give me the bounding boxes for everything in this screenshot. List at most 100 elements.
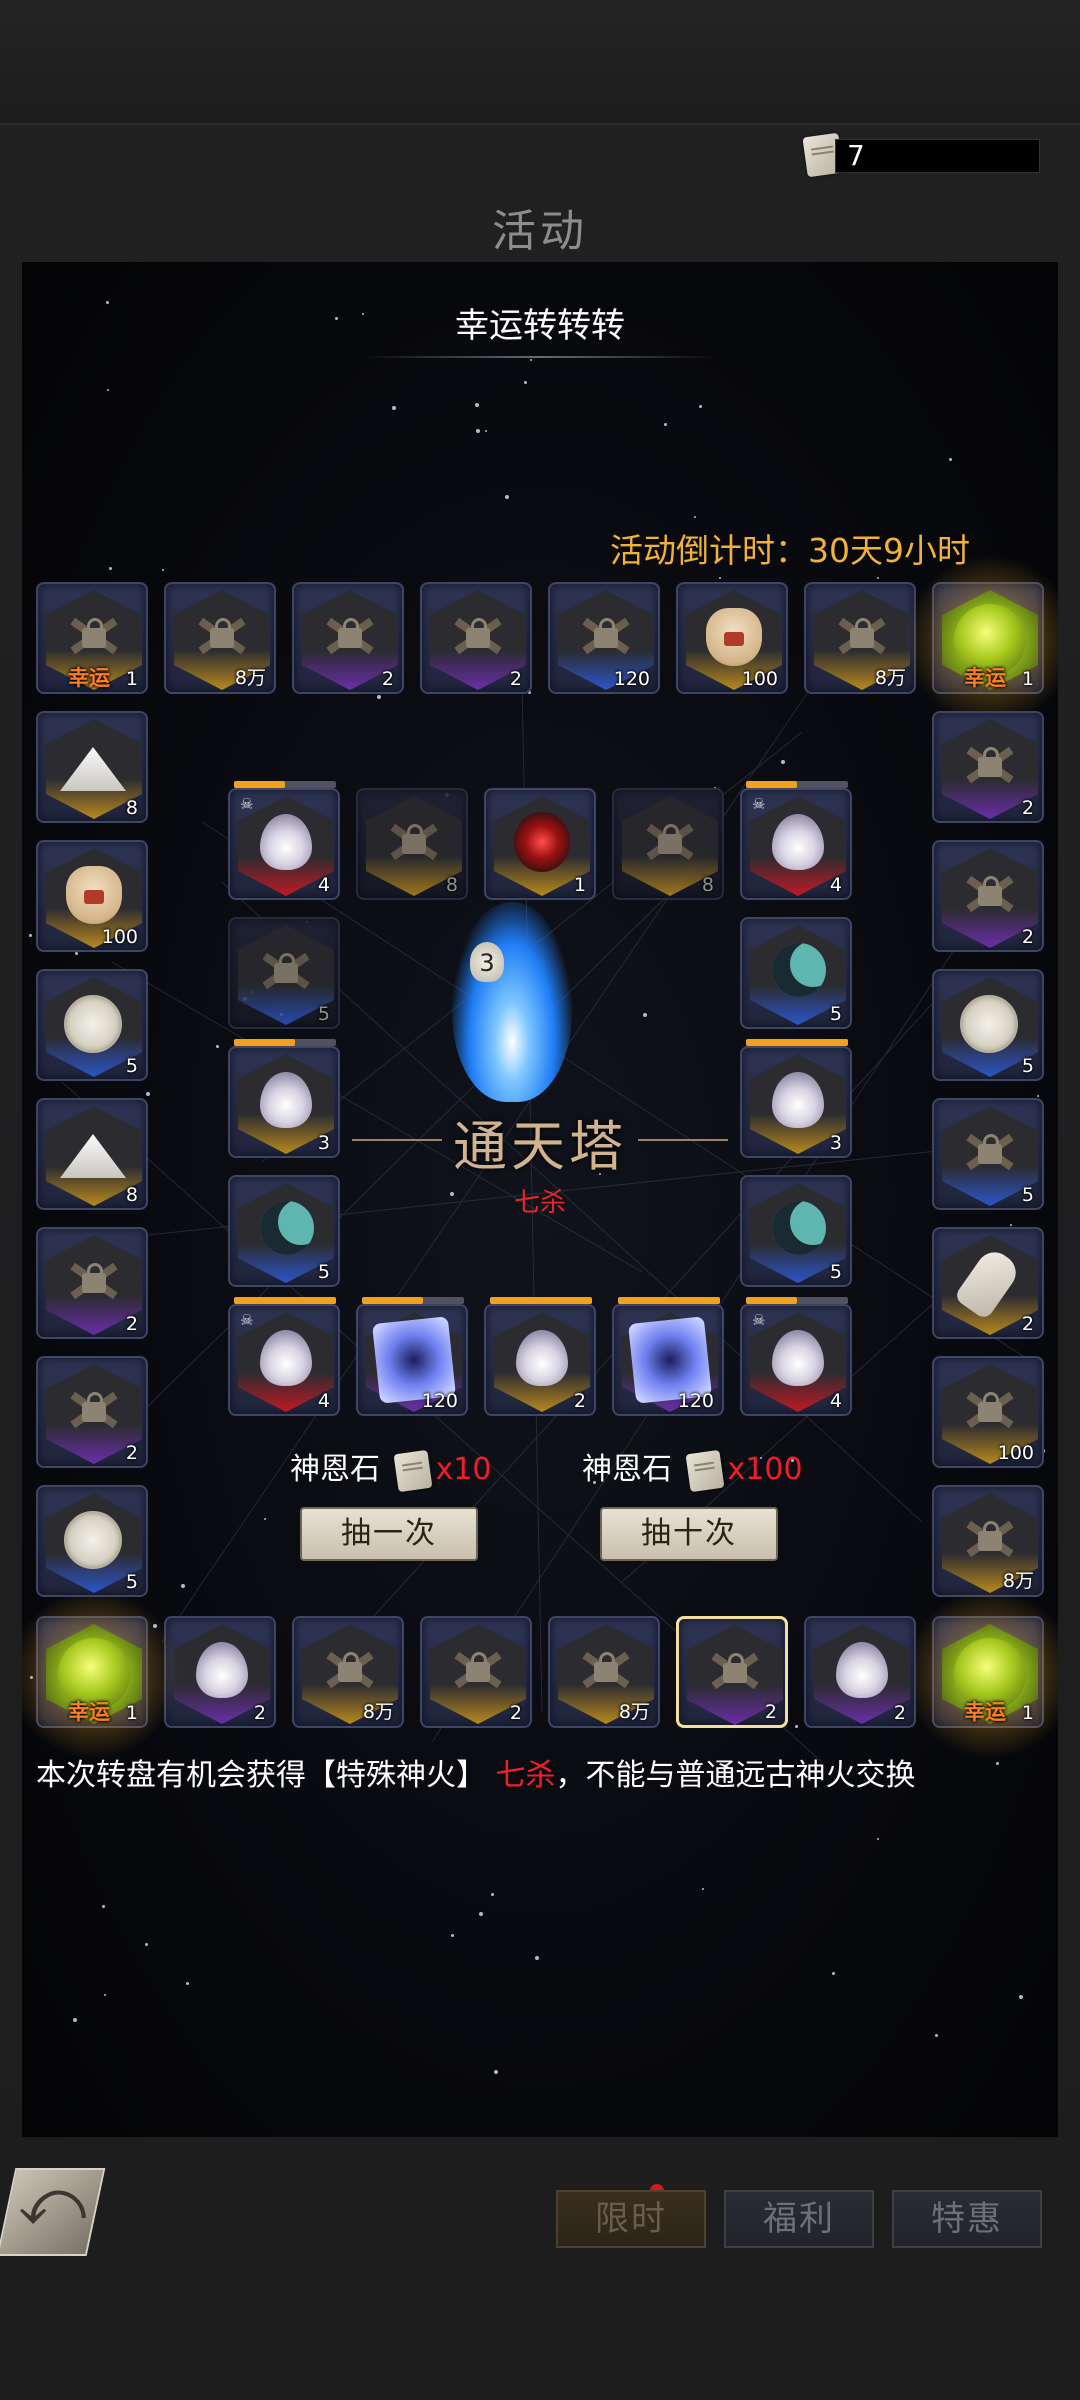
inner-reward-tile[interactable]: ☠ 4 bbox=[228, 781, 340, 900]
outer-reward-tile[interactable]: 2 bbox=[420, 582, 532, 694]
item-count: 120 bbox=[677, 1390, 714, 1412]
outer-reward-tile[interactable]: 120 bbox=[548, 582, 660, 694]
item-count: 2 bbox=[1021, 1313, 1034, 1335]
skull-icon: ☠ bbox=[752, 795, 766, 813]
progress-bar bbox=[490, 1297, 592, 1304]
inner-reward-tile[interactable]: 120 bbox=[612, 1297, 724, 1416]
lock-icon bbox=[964, 1513, 1016, 1565]
outer-reward-tile[interactable]: 1 幸运 bbox=[904, 554, 1058, 726]
outer-reward-tile[interactable]: 2 bbox=[804, 1616, 916, 1728]
lock-icon bbox=[324, 610, 376, 662]
item-count: 2 bbox=[509, 1702, 522, 1724]
outer-reward-tile[interactable]: 5 bbox=[36, 969, 148, 1081]
inner-reward-tile[interactable]: 5 bbox=[740, 917, 852, 1029]
lock-icon bbox=[709, 1645, 761, 1697]
lock-icon bbox=[388, 816, 440, 868]
item-count: 100 bbox=[101, 926, 138, 948]
item-count: 5 bbox=[317, 1261, 330, 1283]
event-panel: 幸运转转转 活动倒计时：30天9小时 1 幸运 8万 2 2 120 100 8万 1 幸运 2 2 5… bbox=[22, 262, 1058, 2137]
outer-reward-tile[interactable]: 2 bbox=[36, 1227, 148, 1339]
item-count: 2 bbox=[1021, 797, 1034, 819]
lock-icon bbox=[580, 1644, 632, 1696]
outer-reward-tile[interactable]: 100 bbox=[932, 1356, 1044, 1468]
skull-icon: ☠ bbox=[240, 1311, 254, 1329]
back-button[interactable] bbox=[0, 2158, 96, 2258]
outer-reward-tile[interactable]: 100 bbox=[676, 582, 788, 694]
item-count: 1 bbox=[125, 1702, 138, 1724]
item-count: 1 bbox=[1021, 1702, 1034, 1724]
outer-reward-tile[interactable]: 1 幸运 bbox=[904, 1588, 1058, 1760]
inner-reward-tile[interactable]: 8 bbox=[612, 788, 724, 900]
outer-reward-tile[interactable]: 8万 bbox=[932, 1485, 1044, 1597]
watch-icon bbox=[64, 1511, 122, 1569]
bag-icon bbox=[706, 608, 762, 666]
outer-reward-tile[interactable]: 8万 bbox=[164, 582, 276, 694]
item-count: 120 bbox=[421, 1390, 458, 1412]
inner-reward-tile[interactable]: 2 bbox=[484, 1297, 596, 1416]
item-count: 2 bbox=[381, 668, 394, 690]
inner-reward-tile[interactable]: 120 bbox=[356, 1297, 468, 1416]
outer-reward-tile[interactable]: 2 bbox=[36, 1356, 148, 1468]
lock-icon bbox=[836, 610, 888, 662]
currency-amount: 7 bbox=[847, 139, 865, 172]
outer-reward-tile[interactable]: 8万 bbox=[804, 582, 916, 694]
event-title: 幸运转转转 bbox=[455, 306, 625, 346]
outer-reward-tile[interactable]: 2 bbox=[164, 1616, 276, 1728]
item-count: 2 bbox=[125, 1313, 138, 1335]
draw-ten-button[interactable]: 抽十次 bbox=[600, 1507, 778, 1561]
item-count: 8万 bbox=[362, 1701, 394, 1723]
item-count: 8 bbox=[445, 874, 458, 896]
outer-reward-tile[interactable]: 5 bbox=[932, 969, 1044, 1081]
nav-tab-1[interactable]: 福利 bbox=[724, 2190, 874, 2248]
outer-reward-tile[interactable]: 2 bbox=[932, 840, 1044, 952]
item-count: 8万 bbox=[618, 1701, 650, 1723]
outer-reward-tile[interactable]: 2 bbox=[292, 582, 404, 694]
skull-icon: ☠ bbox=[752, 1311, 766, 1329]
inner-reward-tile[interactable]: ☠ 4 bbox=[228, 1297, 340, 1416]
item-count: 2 bbox=[893, 1702, 906, 1724]
game-screen: 7 活动 幸运转转转 活动倒计时：30天9小时 1 幸运 8万 2 2 120 100 8万 1… bbox=[0, 0, 1080, 2400]
inner-reward-tile[interactable]: ☠ 4 bbox=[740, 1297, 852, 1416]
lock-icon bbox=[964, 868, 1016, 920]
inner-reward-tile[interactable]: 1 bbox=[484, 788, 596, 900]
nav-tab-0[interactable]: 限时 bbox=[556, 2190, 706, 2248]
progress-bar bbox=[746, 1297, 848, 1304]
outer-reward-tile[interactable]: 8万 bbox=[548, 1616, 660, 1728]
outer-reward-tile[interactable]: 100 bbox=[36, 840, 148, 952]
lock-icon bbox=[68, 1384, 120, 1436]
outer-reward-tile[interactable]: 5 bbox=[36, 1485, 148, 1597]
lock-icon bbox=[324, 1644, 376, 1696]
outer-reward-tile[interactable]: 2 bbox=[676, 1616, 788, 1728]
item-count: 100 bbox=[741, 668, 778, 690]
item-count: 2 bbox=[253, 1702, 266, 1724]
outer-reward-tile[interactable]: 2 bbox=[932, 711, 1044, 823]
item-count: 2 bbox=[573, 1390, 586, 1412]
inner-reward-tile[interactable]: 8 bbox=[356, 788, 468, 900]
item-count: 8 bbox=[125, 797, 138, 819]
outer-reward-tile[interactable]: 2 bbox=[932, 1227, 1044, 1339]
nav-tab-2[interactable]: 特惠 bbox=[892, 2190, 1042, 2248]
page-title: 活动 bbox=[492, 206, 588, 257]
draw-once-button[interactable]: 抽一次 bbox=[300, 1507, 478, 1561]
item-count: 8 bbox=[701, 874, 714, 896]
outer-reward-tile[interactable]: 1 幸运 bbox=[22, 1588, 180, 1760]
item-count: 5 bbox=[125, 1571, 138, 1593]
lock-icon bbox=[452, 1644, 504, 1696]
item-count: 1 bbox=[1021, 668, 1034, 690]
currency-display: 7 bbox=[802, 132, 1040, 178]
tower-level-badge: 3 bbox=[470, 942, 504, 982]
item-count: 5 bbox=[829, 1261, 842, 1283]
event-note: 本次转盘有机会获得【特殊神火】 七杀，不能与普通远古神火交换 bbox=[36, 1758, 916, 1793]
outer-reward-tile[interactable]: 8 bbox=[36, 711, 148, 823]
inner-reward-tile[interactable]: ☠ 4 bbox=[740, 781, 852, 900]
item-count: 2 bbox=[1021, 926, 1034, 948]
outer-reward-tile[interactable]: 1 幸运 bbox=[36, 582, 148, 694]
top-bar bbox=[0, 0, 1080, 125]
item-count: 5 bbox=[1021, 1055, 1034, 1077]
progress-bar bbox=[746, 1039, 848, 1046]
inner-reward-tile[interactable]: 5 bbox=[228, 917, 340, 1029]
item-count: 5 bbox=[317, 1003, 330, 1025]
outer-reward-tile[interactable]: 8万 bbox=[292, 1616, 404, 1728]
tower-subname: 七杀 bbox=[513, 1188, 566, 1218]
outer-reward-tile[interactable]: 2 bbox=[420, 1616, 532, 1728]
